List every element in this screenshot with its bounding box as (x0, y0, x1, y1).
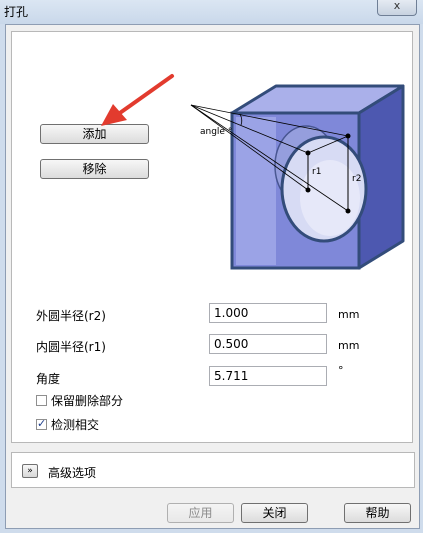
dialog-window: 添加 移除 angle ° r1 r2 外圆半径(r2) 1.000 mm 内圆… (5, 24, 420, 529)
outer-radius-unit: mm (338, 308, 360, 321)
window-close-button[interactable]: x (377, 0, 417, 16)
angle-field-label: 角度 (36, 372, 61, 386)
inner-radius-input[interactable] (209, 334, 327, 354)
expand-chevron-icon[interactable]: » (22, 464, 38, 478)
angle-unit: ° (338, 364, 344, 377)
angle-label: angle ° (200, 127, 232, 137)
window-title: 打孔 (4, 5, 29, 19)
r1-label: r1 (312, 167, 321, 177)
detect-intersection-checkbox[interactable] (36, 417, 47, 430)
inner-radius-unit: mm (338, 339, 360, 352)
remove-button[interactable]: 移除 (40, 159, 149, 179)
keep-removed-checkbox[interactable] (36, 394, 47, 406)
red-arrow-icon (101, 74, 174, 126)
advanced-options-label[interactable]: 高级选项 (48, 464, 96, 481)
title-bar: 打孔 x (0, 0, 423, 24)
punch-hole-diagram: angle ° r1 r2 (190, 84, 405, 270)
r2-label: r2 (352, 174, 361, 184)
keep-removed-option[interactable]: 保留删除部分 (36, 393, 124, 408)
detect-intersection-label: 检测相交 (51, 417, 100, 432)
inner-radius-label: 内圆半径(r1) (36, 340, 106, 354)
outer-radius-input[interactable] (209, 303, 327, 323)
advanced-options-panel: » 高级选项 (11, 452, 415, 488)
keep-removed-label: 保留删除部分 (51, 393, 124, 408)
angle-input[interactable] (209, 366, 327, 386)
close-button[interactable]: 关闭 (241, 503, 308, 523)
main-panel: 添加 移除 angle ° r1 r2 外圆半径(r2) 1.000 mm 内圆… (11, 31, 413, 443)
detect-intersection-option[interactable]: 检测相交 (36, 417, 100, 432)
outer-radius-label: 外圆半径(r2) (36, 309, 106, 323)
apply-button[interactable]: 应用 (167, 503, 234, 523)
help-button[interactable]: 帮助 (344, 503, 411, 523)
